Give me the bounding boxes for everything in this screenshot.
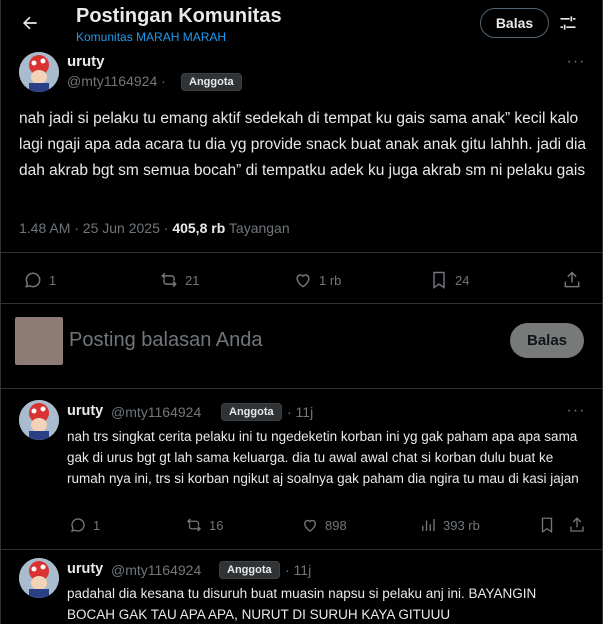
reply-count: 1: [93, 517, 101, 533]
author-handle[interactable]: @mty1164924 ·: [67, 73, 166, 89]
reply-handle[interactable]: @mty1164924: [111, 562, 201, 578]
reply-text: padahal dia kesana tu disuruh buat muasi…: [67, 586, 537, 622]
view-count: 393 rb: [443, 517, 480, 533]
share-icon[interactable]: [562, 270, 582, 290]
more-options-icon[interactable]: ···: [566, 52, 586, 72]
reply-action[interactable]: 1: [23, 270, 56, 290]
divider: [1, 252, 602, 253]
reply-action[interactable]: 1: [69, 516, 100, 534]
divider: [1, 549, 602, 550]
bookmark-icon: [433, 271, 445, 289]
views-action[interactable]: 393 rb: [419, 516, 480, 534]
post-detail-page: Postingan Komunitas Komunitas MARAH MARA…: [0, 0, 603, 624]
page-title: Postingan Komunitas: [76, 5, 282, 27]
like-action[interactable]: 1 rb: [293, 270, 341, 290]
member-badge: Anggota: [181, 73, 242, 91]
post-meta: 1.48 AM · 25 Jun 2025 · 405,8 rb Tayanga…: [19, 220, 290, 236]
bookmark-icon[interactable]: [538, 516, 556, 534]
post-timestamp[interactable]: 1.48 AM · 25 Jun 2025 ·: [19, 220, 172, 236]
reply-input[interactable]: Posting balasan Anda: [69, 329, 263, 352]
author-name[interactable]: uruty: [67, 53, 105, 70]
reply-author[interactable]: uruty: [67, 561, 103, 577]
separator: ·: [161, 73, 166, 89]
view-label: Tayangan: [228, 220, 290, 236]
sliders-icon[interactable]: [556, 11, 580, 35]
bookmark-action[interactable]: 24: [429, 270, 469, 290]
top-bar: Postingan Komunitas Komunitas MARAH MARA…: [1, 0, 602, 46]
reply-button[interactable]: Balas: [480, 8, 549, 38]
heart-icon: [296, 274, 310, 288]
avatar[interactable]: [19, 400, 59, 440]
repost-count: 21: [185, 272, 200, 288]
repost-icon: [161, 272, 177, 288]
heart-icon: [304, 519, 316, 532]
my-avatar: [15, 317, 63, 365]
community-link[interactable]: Komunitas MARAH MARAH: [76, 30, 226, 44]
like-action[interactable]: 898: [301, 516, 347, 534]
divider: [1, 388, 602, 389]
repost-action[interactable]: 16: [185, 516, 223, 534]
like-count: 1 rb: [319, 272, 342, 288]
reply-text: nah trs singkat cerita pelaku ini tu nge…: [67, 429, 579, 486]
reply-time[interactable]: · 11j: [287, 404, 313, 420]
reply-icon: [70, 518, 85, 532]
avatar[interactable]: [19, 52, 59, 92]
reply-author[interactable]: uruty: [67, 403, 103, 419]
repost-icon: [187, 518, 201, 532]
view-count: 405,8 rb: [172, 220, 226, 236]
member-badge: Anggota: [219, 561, 280, 579]
bar-chart-icon: [422, 519, 435, 531]
member-badge: Anggota: [221, 403, 282, 421]
post-text: nah jadi si pelaku tu emang aktif sedeka…: [19, 110, 587, 179]
reply-count: 1: [49, 272, 57, 288]
divider: [1, 303, 602, 304]
author-handle-text[interactable]: @mty1164924: [67, 73, 157, 89]
like-count: 898: [325, 517, 347, 533]
back-arrow-icon[interactable]: [15, 8, 45, 38]
repost-count: 16: [209, 517, 224, 533]
reply-time[interactable]: · 11j: [285, 562, 311, 578]
submit-reply-button[interactable]: Balas: [510, 323, 584, 358]
bookmark-count: 24: [455, 272, 470, 288]
repost-action[interactable]: 21: [159, 270, 199, 290]
share-icon[interactable]: [568, 516, 586, 534]
more-options-icon[interactable]: ···: [566, 401, 586, 421]
reply-icon: [25, 272, 41, 288]
avatar[interactable]: [19, 558, 59, 598]
reply-handle[interactable]: @mty1164924: [111, 404, 201, 420]
